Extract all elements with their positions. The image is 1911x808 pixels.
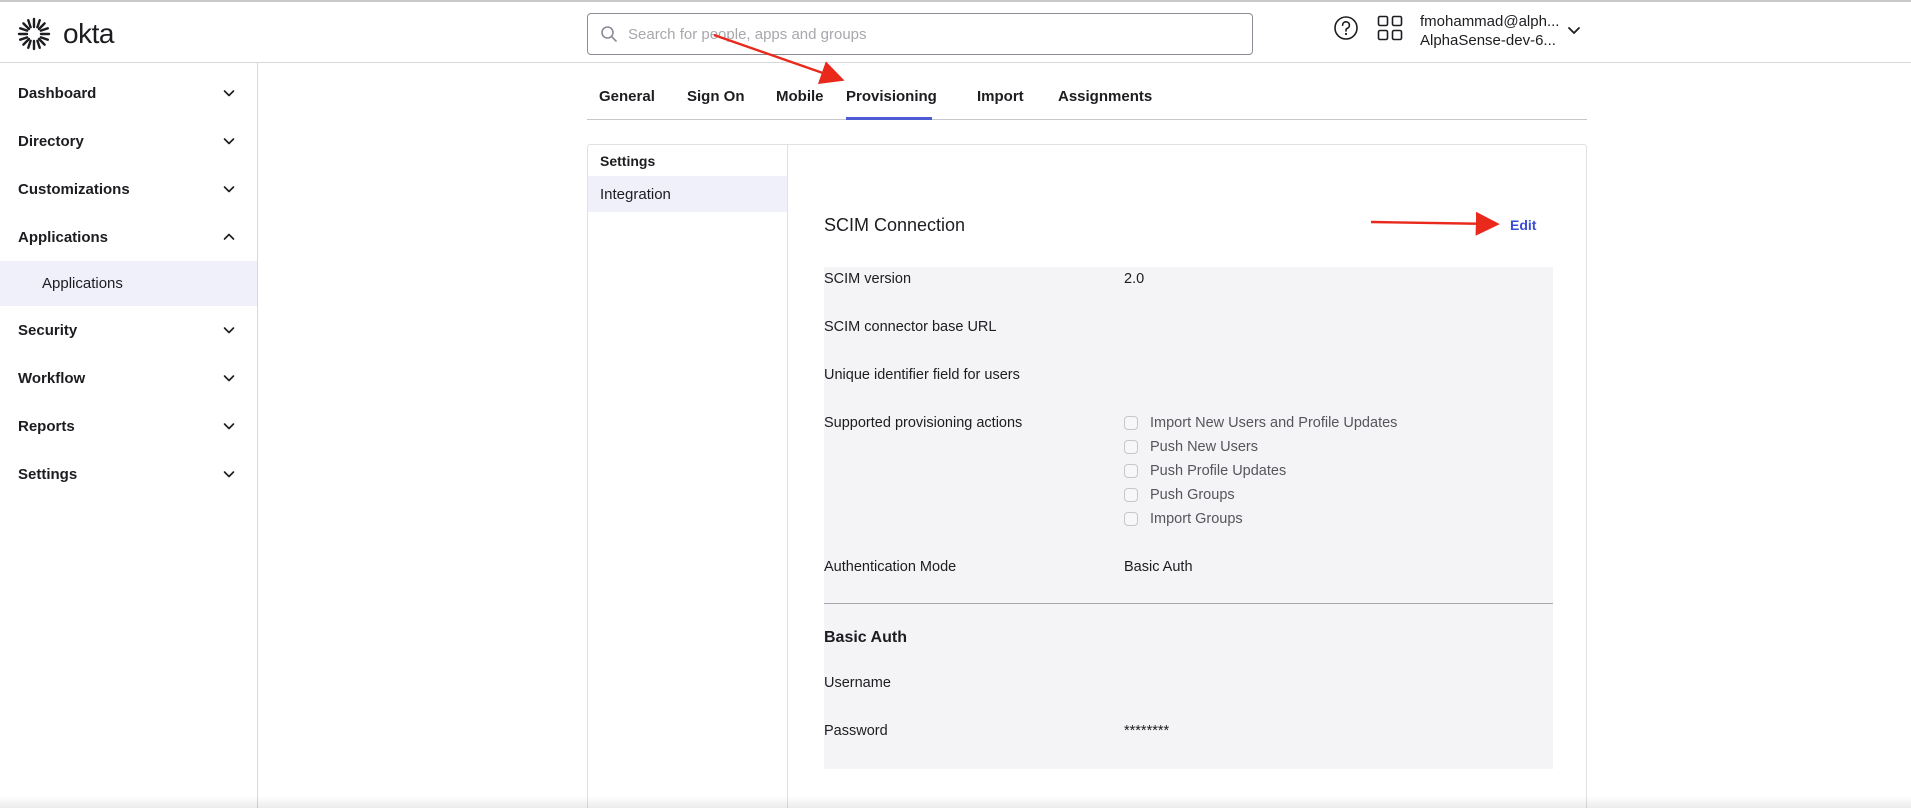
okta-sunburst-icon xyxy=(17,17,51,51)
sidebar-item-applications[interactable]: Applications xyxy=(0,213,257,261)
scim-details-panel: SCIM version 2.0 SCIM connector base URL… xyxy=(824,267,1553,769)
sidebar-item-label: Workflow xyxy=(18,369,86,387)
logo-text: okta xyxy=(63,18,114,49)
user-org: AlphaSense-dev-6... xyxy=(1420,32,1556,49)
global-search[interactable] xyxy=(587,13,1253,55)
tab-mobile[interactable]: Mobile xyxy=(776,88,824,120)
sidebar-item-security[interactable]: Security xyxy=(0,306,257,354)
checkbox xyxy=(1124,464,1138,478)
sidebar-item-label: Directory xyxy=(18,132,84,150)
chevron-up-icon xyxy=(223,233,235,240)
edit-button[interactable]: Edit xyxy=(1510,217,1536,233)
app-switcher-icon[interactable] xyxy=(1377,15,1403,41)
section-divider xyxy=(824,603,1553,604)
scim-version-label: SCIM version xyxy=(824,271,912,287)
sidebar-item-reports[interactable]: Reports xyxy=(0,402,257,450)
sidebar-subitem-applications[interactable]: Applications xyxy=(0,261,257,306)
help-icon[interactable] xyxy=(1333,15,1359,41)
search-input[interactable] xyxy=(628,25,1228,43)
sidebar-item-directory[interactable]: Directory xyxy=(0,117,257,165)
password-value: ******** xyxy=(1124,723,1170,739)
bottom-shadow xyxy=(0,796,1911,808)
settings-nav-title: Settings xyxy=(600,153,656,169)
action-label: Import New Users and Profile Updates xyxy=(1150,415,1398,431)
auth-mode-label: Authentication Mode xyxy=(824,559,957,575)
tab-provisioning[interactable]: Provisioning xyxy=(846,88,937,120)
top-header: okta fmohammad@alph... AlphaSense-dev-6.… xyxy=(0,0,1911,63)
user-email: fmohammad@alph... xyxy=(1420,13,1560,30)
chevron-down-icon xyxy=(223,186,235,193)
sidebar-nav: Dashboard Directory Customizations Appli… xyxy=(0,63,258,808)
provisioning-actions-label: Supported provisioning actions xyxy=(824,415,1023,431)
tab-assignments[interactable]: Assignments xyxy=(1058,88,1152,120)
settings-nav-item-integration[interactable]: Integration xyxy=(588,176,787,212)
action-push-profile-updates: Push Profile Updates xyxy=(1124,463,1286,479)
settings-nav: Settings Integration xyxy=(588,145,788,808)
search-icon xyxy=(601,26,617,42)
action-label: Import Groups xyxy=(1150,511,1243,527)
sidebar-item-label: Customizations xyxy=(18,180,130,198)
action-label: Push Profile Updates xyxy=(1150,463,1287,479)
sidebar-item-label: Dashboard xyxy=(18,84,97,102)
checkbox xyxy=(1124,488,1138,502)
chevron-down-icon xyxy=(223,138,235,145)
user-menu[interactable]: fmohammad@alph... AlphaSense-dev-6... xyxy=(1420,12,1559,50)
unique-id-label: Unique identifier field for users xyxy=(824,367,1020,383)
chevron-down-icon xyxy=(223,471,235,478)
sidebar-item-label: Applications xyxy=(18,228,109,246)
sidebar-item-label: Security xyxy=(18,321,78,339)
action-push-new-users: Push New Users xyxy=(1124,439,1258,455)
sidebar-item-dashboard[interactable]: Dashboard xyxy=(0,69,257,117)
chevron-down-icon xyxy=(223,327,235,334)
sidebar-item-label: Reports xyxy=(18,417,75,435)
tab-import[interactable]: Import xyxy=(977,88,1024,120)
chevron-down-icon[interactable] xyxy=(1567,23,1581,37)
scim-version-value: 2.0 xyxy=(1124,271,1145,287)
chevron-down-icon xyxy=(223,423,235,430)
provisioning-card: Settings Integration SCIM Connection Edi… xyxy=(587,144,1587,808)
okta-logo[interactable]: okta xyxy=(17,17,114,51)
tab-general[interactable]: General xyxy=(599,88,655,120)
tab-sign-on[interactable]: Sign On xyxy=(687,88,745,120)
sidebar-item-customizations[interactable]: Customizations xyxy=(0,165,257,213)
scim-connection-title: SCIM Connection xyxy=(824,215,966,235)
basic-auth-title: Basic Auth xyxy=(824,629,907,646)
sidebar-item-settings[interactable]: Settings xyxy=(0,450,257,498)
app-tabs: General Sign On Mobile Provisioning Impo… xyxy=(587,80,1587,120)
chevron-down-icon xyxy=(223,90,235,97)
checkbox xyxy=(1124,440,1138,454)
action-label: Push Groups xyxy=(1150,487,1235,503)
sidebar-item-label: Settings xyxy=(18,465,78,483)
auth-mode-value: Basic Auth xyxy=(1124,559,1193,575)
checkbox xyxy=(1124,416,1138,430)
password-label: Password xyxy=(824,723,888,739)
chevron-down-icon xyxy=(223,375,235,382)
checkbox xyxy=(1124,512,1138,526)
action-import-users: Import New Users and Profile Updates xyxy=(1124,415,1397,431)
username-label: Username xyxy=(824,675,891,691)
sidebar-item-workflow[interactable]: Workflow xyxy=(0,354,257,402)
action-label: Push New Users xyxy=(1150,439,1258,455)
base-url-label: SCIM connector base URL xyxy=(824,319,997,335)
action-import-groups: Import Groups xyxy=(1124,511,1243,527)
action-push-groups: Push Groups xyxy=(1124,487,1235,503)
